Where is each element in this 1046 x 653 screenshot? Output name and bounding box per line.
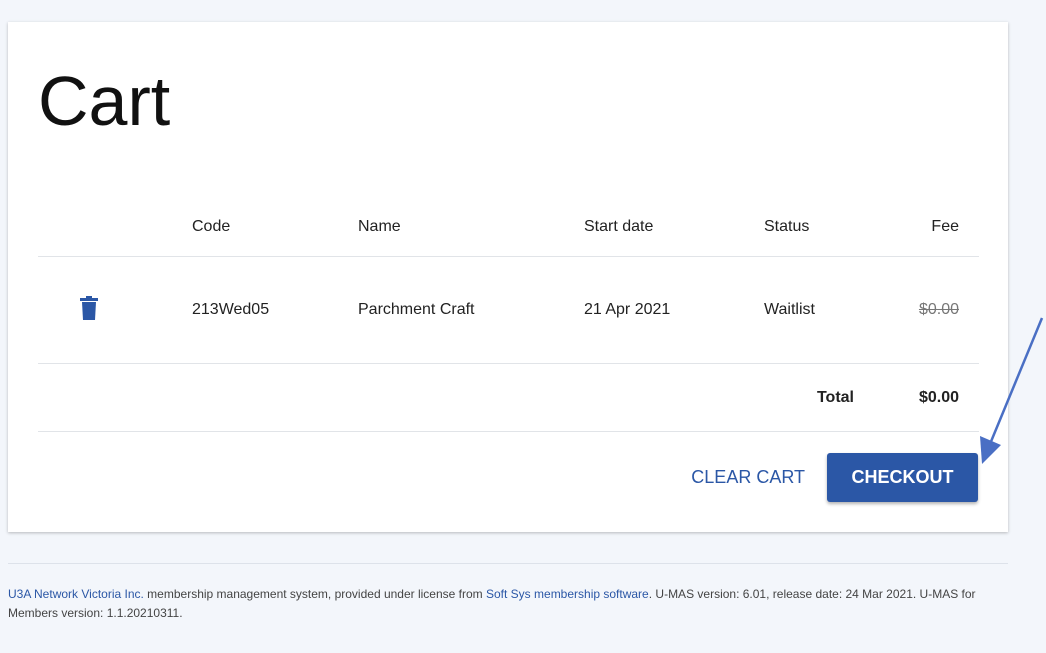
table-header-row: Code Name Start date Status Fee: [38, 198, 979, 257]
cell-status: Waitlist: [764, 256, 884, 364]
header-start-date: Start date: [584, 198, 764, 257]
total-label: Total: [764, 363, 884, 432]
cell-fee: $0.00: [884, 256, 979, 364]
row-action-cell: [38, 256, 192, 364]
header-fee: Fee: [884, 198, 979, 257]
header-status: Status: [764, 198, 884, 257]
cart-actions: CLEAR CART CHECKOUT: [689, 453, 978, 502]
cell-code: 213Wed05: [192, 256, 358, 364]
footer-text-1: membership management system, provided u…: [143, 587, 486, 601]
cell-name: Parchment Craft: [358, 256, 584, 364]
footer-divider: [8, 563, 1008, 564]
fee-value: $0.00: [918, 301, 959, 318]
org-link[interactable]: U3A Network Victoria Inc.: [8, 587, 144, 601]
header-name: Name: [358, 198, 584, 257]
footer: U3A Network Victoria Inc. membership man…: [8, 585, 998, 623]
header-code: Code: [192, 198, 358, 257]
clear-cart-button[interactable]: CLEAR CART: [689, 457, 807, 498]
header-action: [38, 198, 192, 257]
total-value: $0.00: [884, 363, 979, 432]
trash-icon[interactable]: [80, 295, 98, 320]
total-spacer: [38, 363, 764, 432]
total-row: Total $0.00: [38, 363, 979, 432]
vendor-link[interactable]: Soft Sys membership software: [486, 587, 649, 601]
cart-card: Cart Code Name Start date Status Fee 213…: [8, 22, 1008, 532]
checkout-button[interactable]: CHECKOUT: [827, 453, 978, 502]
cart-table: Code Name Start date Status Fee 213Wed05…: [38, 198, 979, 432]
page-title: Cart: [38, 62, 171, 140]
cell-start-date: 21 Apr 2021: [584, 256, 764, 364]
table-row: 213Wed05 Parchment Craft 21 Apr 2021 Wai…: [38, 256, 979, 364]
